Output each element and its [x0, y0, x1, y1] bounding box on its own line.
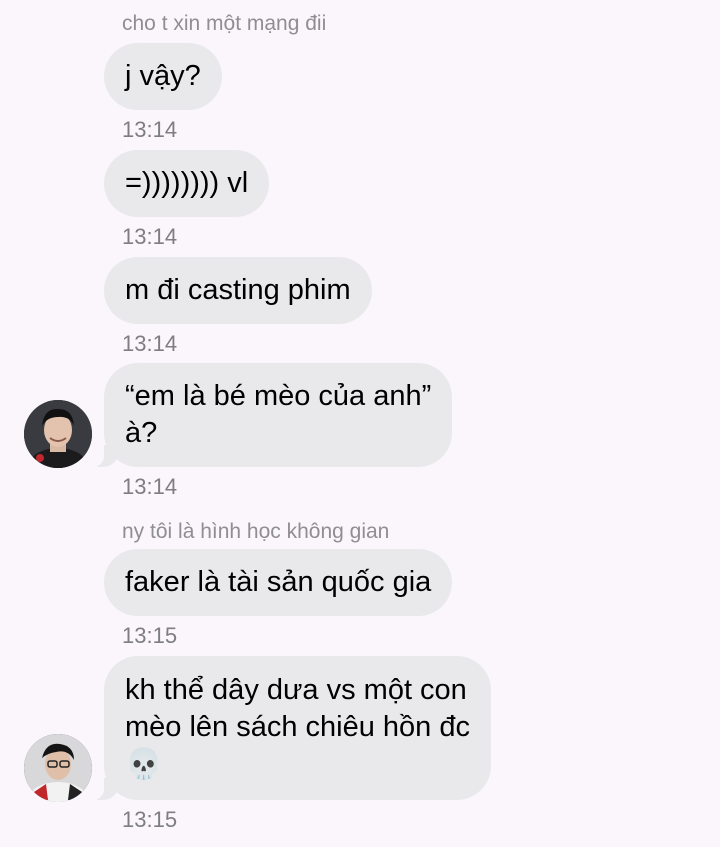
message-timestamp: 13:14 [122, 224, 178, 249]
message-text: m đi casting phim [125, 274, 351, 306]
message-text: =)))))))) vl [125, 167, 249, 199]
avatar-1-image [24, 400, 92, 468]
message-timestamp: 13:15 [122, 623, 178, 648]
message-timestamp: 13:15 [122, 807, 178, 832]
avatar-2-image [24, 734, 92, 802]
message-text: faker là tài sản quốc gia [125, 566, 432, 598]
message-bubble[interactable]: faker là tài sản quốc gia [104, 549, 453, 616]
skull-icon: 💀 [125, 747, 163, 782]
avatar[interactable] [24, 734, 92, 802]
avatar[interactable] [24, 400, 92, 468]
message-text: j vậy? [125, 60, 201, 92]
message-bubble[interactable]: kh thể dây dưa vs một con mèo lên sách c… [93, 656, 491, 800]
message-text-line: “em là bé mèo của anh” [125, 380, 432, 412]
message-timestamp: 13:14 [122, 474, 178, 499]
message-text-line: mèo lên sách chiêu hồn đc [125, 711, 470, 743]
message-bubble[interactable]: j vậy? [104, 43, 222, 110]
message-bubble[interactable]: m đi casting phim [104, 257, 372, 324]
message-text-line: à? [125, 417, 158, 449]
message-text-line: kh thể dây dưa vs một con [125, 674, 467, 706]
sender-name: cho t xin một mạng đii [122, 12, 327, 35]
message-timestamp: 13:14 [122, 117, 178, 142]
message-timestamp: 13:14 [122, 331, 178, 356]
message-bubble[interactable]: =)))))))) vl [104, 150, 270, 217]
message-bubble[interactable]: “em là bé mèo của anh” à? [92, 363, 453, 467]
sender-name: ny tôi là hình học không gian [122, 520, 390, 543]
